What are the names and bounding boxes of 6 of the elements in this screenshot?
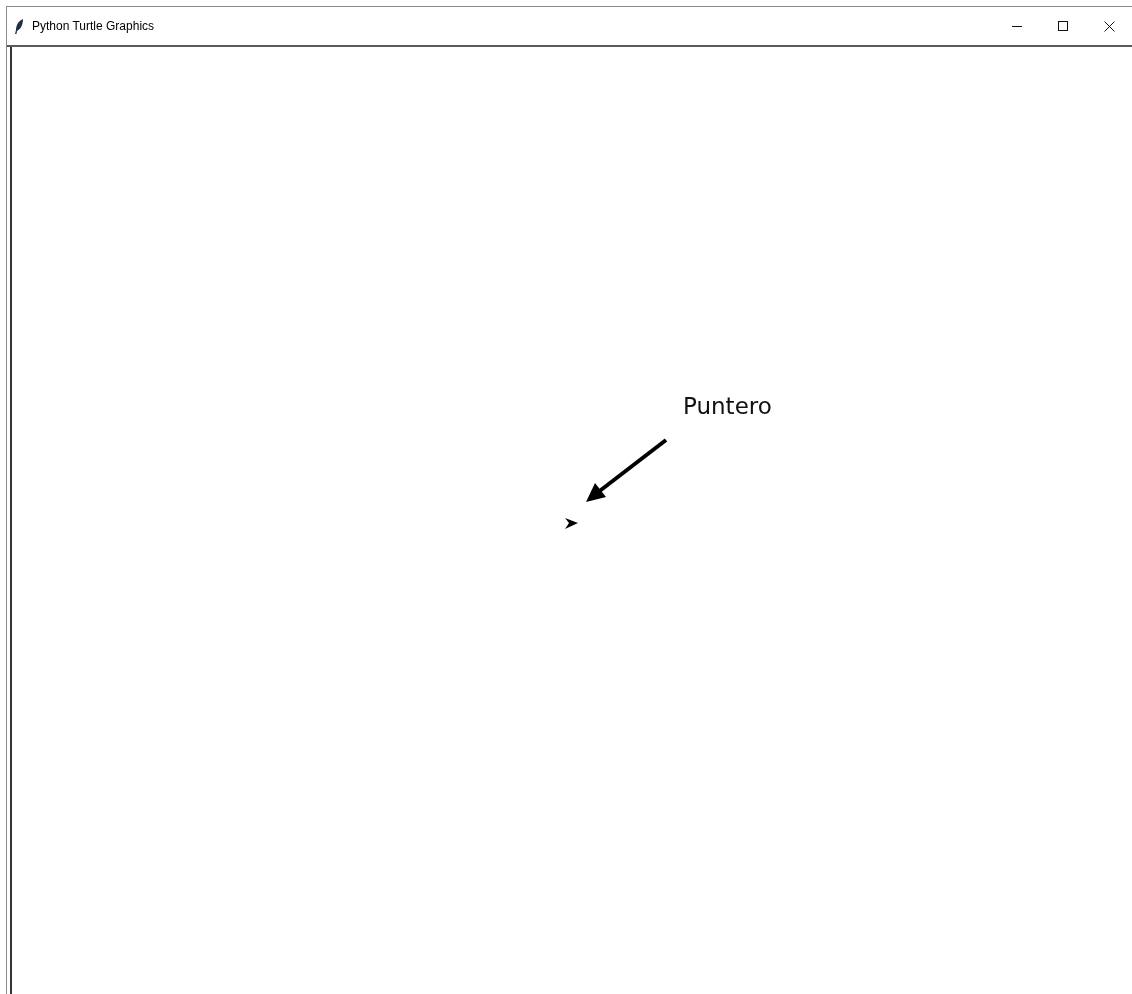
feather-icon bbox=[15, 18, 24, 34]
window-title: Python Turtle Graphics bbox=[32, 19, 155, 33]
maximize-icon bbox=[1058, 21, 1068, 31]
turtle-pointer-icon bbox=[565, 518, 578, 529]
close-icon bbox=[1103, 20, 1115, 32]
annotation-label: Puntero bbox=[683, 393, 772, 419]
